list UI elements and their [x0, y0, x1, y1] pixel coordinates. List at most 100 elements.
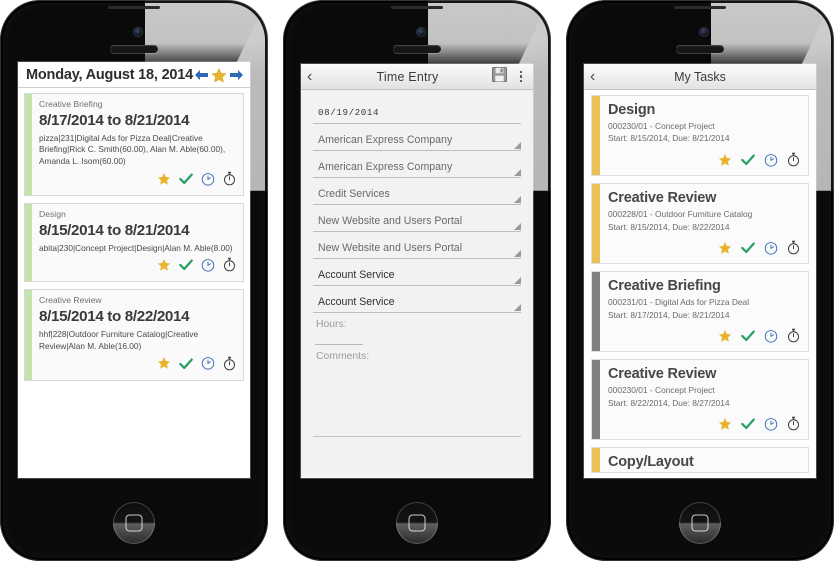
stopwatch-icon[interactable] — [223, 171, 236, 191]
field-division[interactable]: Credit Services — [313, 183, 521, 205]
task-code: 000228/01 - Outdoor Furniture Catalog — [608, 208, 753, 219]
task-card[interactable]: Creative Review 000230/01 - Concept Proj… — [591, 359, 809, 441]
home-button[interactable] — [396, 502, 438, 544]
star-icon[interactable] — [718, 241, 732, 260]
task-code: 000231/01 - Digital Ads for Pizza Deal — [608, 296, 750, 307]
front-camera-icon — [700, 28, 708, 36]
clock-icon[interactable] — [764, 417, 778, 436]
task-schedule: Start: 8/17/2014, Due: 8/21/2014 — [608, 309, 730, 320]
home-square-icon — [125, 514, 143, 532]
stopwatch-icon[interactable] — [787, 240, 800, 260]
star-icon[interactable] — [718, 417, 732, 436]
field-task[interactable]: Account Service — [313, 264, 521, 286]
card-meta-text: abita|230|Concept Project|Design|Alan M.… — [39, 242, 233, 253]
task-card[interactable]: Copy/Layout — [591, 447, 809, 474]
field-project-secondary-value: New Website and Users Portal — [318, 241, 463, 254]
task-action-icons — [608, 328, 800, 348]
field-client-secondary[interactable]: American Express Company — [313, 156, 521, 178]
field-client[interactable]: American Express Company — [313, 129, 521, 151]
task-title: Creative Review — [608, 190, 717, 207]
card-action-icons — [39, 171, 236, 192]
time-entry-form: 08/19/2014 American Express Company Amer… — [301, 90, 533, 477]
card-action-icons — [39, 356, 236, 377]
screenshot-stage: Monday, August 18, 2014 Creative Briefin… — [0, 0, 834, 561]
time-entry-header: ‹ Time Entry — [301, 64, 533, 90]
calendar-date-label: Monday, August 18, 2014 — [26, 67, 194, 83]
home-button[interactable] — [679, 502, 721, 544]
earpiece-speaker — [110, 45, 158, 53]
back-chevron-icon[interactable]: ‹ — [307, 68, 323, 85]
clock-icon[interactable] — [764, 153, 778, 172]
check-icon[interactable] — [179, 357, 193, 375]
page-title: My Tasks — [674, 69, 726, 84]
page-title: Time Entry — [376, 69, 439, 84]
stopwatch-icon[interactable] — [223, 257, 236, 277]
front-camera-icon — [417, 28, 425, 36]
save-floppy-icon[interactable] — [492, 66, 507, 87]
calendar-nav-group — [193, 67, 245, 83]
task-card[interactable]: Creative Briefing 000231/01 - Digital Ad… — [591, 271, 809, 353]
task-card[interactable]: Design 000230/01 - Concept Project Start… — [591, 95, 809, 177]
task-code: 000230/01 - Concept Project — [608, 385, 715, 396]
star-icon[interactable] — [718, 153, 732, 172]
arrow-right-icon[interactable] — [228, 68, 245, 82]
phone-glare-top — [710, 0, 834, 72]
clock-icon[interactable] — [764, 329, 778, 348]
check-icon[interactable] — [179, 258, 193, 276]
star-icon[interactable] — [157, 172, 171, 191]
calendar-screen: Monday, August 18, 2014 Creative Briefin… — [18, 62, 250, 478]
task-code: 000230/01 - Concept Project — [608, 120, 715, 131]
stopwatch-icon[interactable] — [787, 416, 800, 436]
check-icon[interactable] — [741, 329, 755, 347]
dropdown-triangle-icon — [514, 277, 521, 284]
hours-input[interactable] — [315, 344, 363, 345]
calendar-card[interactable]: Creative Review 8/15/2014 to 8/22/2014 h… — [24, 289, 244, 381]
calendar-card[interactable]: Creative Briefing 8/17/2014 to 8/21/2014… — [24, 93, 244, 196]
field-task-value: Account Service — [318, 268, 395, 281]
arrow-left-icon[interactable] — [193, 68, 210, 82]
comments-input[interactable] — [313, 436, 521, 437]
field-project-secondary[interactable]: New Website and Users Portal — [313, 237, 521, 259]
dropdown-triangle-icon — [514, 304, 521, 311]
clock-icon[interactable] — [201, 172, 215, 191]
card-date-range: 8/15/2014 to 8/22/2014 — [39, 308, 190, 326]
task-title: Creative Review — [608, 366, 717, 383]
task-title: Copy/Layout — [608, 454, 694, 471]
clock-icon[interactable] — [764, 241, 778, 260]
task-schedule: Start: 8/22/2014, Due: 8/27/2014 — [608, 397, 730, 408]
phone-top-slit — [674, 6, 726, 9]
earpiece-speaker — [676, 45, 724, 53]
hours-label: Hours: — [316, 319, 347, 330]
check-icon[interactable] — [741, 417, 755, 435]
task-card[interactable]: Creative Review 000228/01 - Outdoor Furn… — [591, 183, 809, 265]
clock-icon[interactable] — [201, 356, 215, 375]
card-type-label: Design — [39, 209, 66, 219]
overflow-menu-icon[interactable] — [515, 70, 527, 83]
home-square-icon — [691, 514, 709, 532]
star-icon[interactable] — [157, 258, 171, 277]
check-icon[interactable] — [741, 153, 755, 171]
star-icon[interactable] — [718, 329, 732, 348]
star-icon[interactable] — [211, 67, 227, 83]
phone-glare-top — [427, 0, 551, 72]
field-date-value: 08/19/2014 — [318, 107, 380, 118]
phone-top-slit — [108, 6, 160, 9]
check-icon[interactable] — [179, 172, 193, 190]
field-client-value: American Express Company — [318, 133, 453, 146]
dropdown-triangle-icon — [514, 142, 521, 149]
back-chevron-icon[interactable]: ‹ — [590, 68, 606, 85]
star-icon[interactable] — [157, 356, 171, 375]
check-icon[interactable] — [741, 241, 755, 259]
field-task-secondary-value: Account Service — [318, 295, 395, 308]
task-schedule: Start: 8/15/2014, Due: 8/22/2014 — [608, 221, 730, 232]
stopwatch-icon[interactable] — [787, 152, 800, 172]
field-date[interactable]: 08/19/2014 — [313, 102, 521, 124]
field-task-secondary[interactable]: Account Service — [313, 291, 521, 313]
clock-icon[interactable] — [201, 258, 215, 277]
calendar-card-list: Creative Briefing 8/17/2014 to 8/21/2014… — [18, 88, 250, 473]
stopwatch-icon[interactable] — [787, 328, 800, 348]
calendar-card[interactable]: Design 8/15/2014 to 8/21/2014 abita|230|… — [24, 203, 244, 283]
stopwatch-icon[interactable] — [223, 356, 236, 376]
home-button[interactable] — [113, 502, 155, 544]
field-project[interactable]: New Website and Users Portal — [313, 210, 521, 232]
